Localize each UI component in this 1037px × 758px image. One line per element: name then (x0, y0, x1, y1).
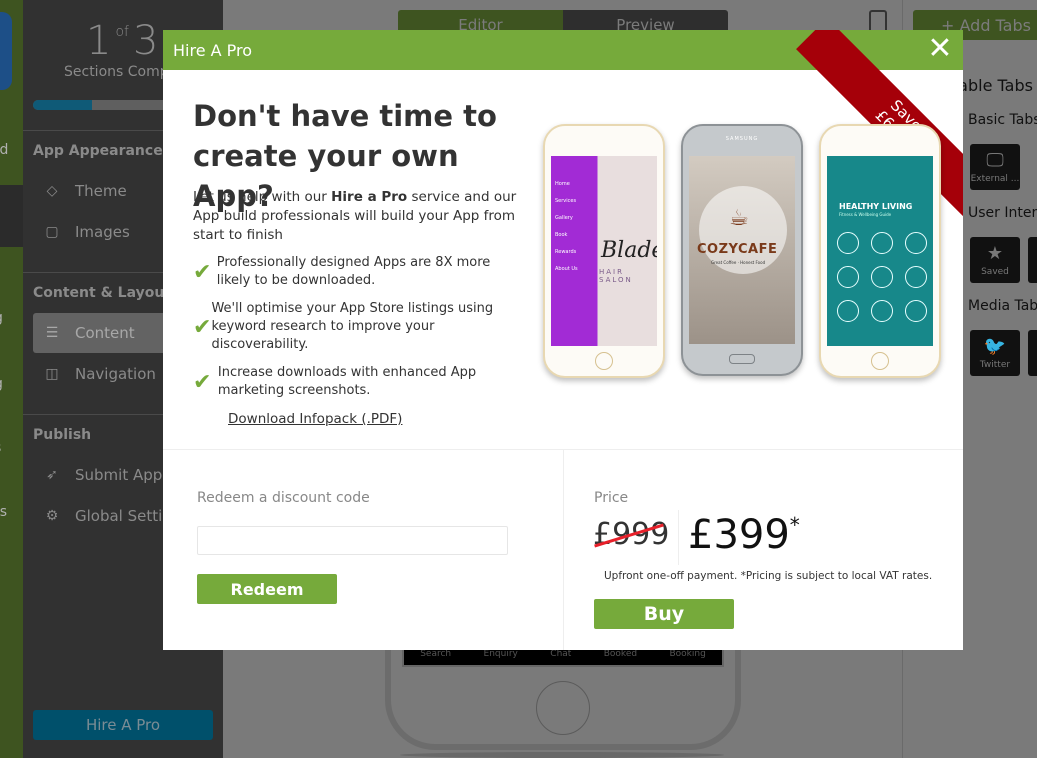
rail-label[interactable]: s (0, 440, 1, 456)
twitter-icon: 🐦 (983, 336, 1007, 357)
feature-item: ✔ Increase downloads with enhanced App m… (193, 365, 477, 398)
discount-label: Redeem a discount code (197, 490, 370, 506)
sidebar-item-label: Submit App (75, 466, 163, 484)
image-icon: ▢ (45, 224, 59, 240)
rail-label[interactable]: rd (0, 142, 8, 158)
preview-tab[interactable]: Chat (550, 649, 571, 659)
checkmark-icon: ✔ (193, 314, 212, 340)
section-title: App Appearance (33, 143, 163, 159)
checkmark-icon: ✔ (193, 259, 212, 285)
feature-item: ✔ Professionally designed Apps are 8X mo… (193, 255, 491, 288)
modal-intro: Let us help with our Hire a Pro service … (193, 189, 517, 243)
salon-menu: Home Services Gallery Book Rewards About… (555, 181, 578, 272)
modal-column-divider (563, 449, 564, 650)
close-icon[interactable]: ✕ (927, 34, 953, 64)
hire-a-pro-modal: Hire A Pro ✕ Save £600! Don't have time … (163, 30, 963, 650)
feature-item: ✔ We'll optimise your App Store listings… (193, 301, 494, 352)
rail-label[interactable]: g (0, 310, 3, 326)
discount-code-input[interactable] (197, 526, 508, 555)
gears-icon: ⚙ (45, 508, 59, 524)
price-divider (678, 510, 679, 565)
progress-count: 1 of 3 (86, 18, 159, 64)
salon-tagline: HAIR SALON (599, 268, 633, 284)
paint-bucket-icon: ◇ (46, 183, 58, 199)
progress-fill (33, 100, 93, 110)
sidebar-item-label: Navigation (75, 365, 156, 383)
fitness-title: HEALTHY LIVING (839, 202, 913, 211)
phone-home-button (536, 681, 590, 735)
download-infopack-link[interactable]: Download Infopack (.PDF) (228, 411, 402, 427)
section-title: Publish (33, 427, 92, 443)
phone-shadow (400, 752, 724, 758)
tab-tile-twitter[interactable]: 🐦 Twitter (970, 330, 1020, 376)
redeem-button[interactable]: Redeem (197, 574, 337, 604)
section-title: Content & Layout (33, 285, 172, 301)
fitness-icon-grid (837, 232, 927, 322)
rail-app-icon[interactable] (0, 12, 12, 90)
salon-logo: Blade (601, 238, 657, 263)
tab-tile-external[interactable]: 🖵 External ... (970, 144, 1020, 190)
preview-tab[interactable]: Booking (669, 649, 705, 659)
price-label: Price (594, 490, 629, 506)
preview-tab[interactable]: Booked (604, 649, 637, 659)
modal-title: Hire A Pro (173, 40, 253, 60)
new-price: £399* (688, 512, 800, 558)
price-note: Upfront one-off payment. *Pricing is sub… (604, 570, 933, 582)
tab-group-title: User Interaction (968, 205, 1037, 221)
rail-label[interactable]: rs (0, 504, 7, 520)
sidebar-item-label: Images (75, 223, 130, 241)
showcase-phone-cafe: SAMSUNG ☕ COZYCAFE Great Coffee · Honest… (681, 124, 803, 376)
tab-tile[interactable] (1028, 330, 1037, 376)
fitness-subtitle: Fitness & Wellbeing Guide (839, 212, 892, 217)
showcase-phone-salon: Home Services Gallery Book Rewards About… (543, 124, 665, 378)
preview-tab[interactable]: Search (420, 649, 451, 659)
rocket-icon: ➶ (46, 467, 58, 483)
navigation-layout-icon: ◫ (45, 366, 59, 382)
monitor-icon: 🖵 (986, 150, 1004, 171)
sidebar-item-label: Theme (75, 182, 127, 200)
tab-tile[interactable] (1028, 237, 1037, 283)
tab-group-title: Basic Tabs (968, 112, 1037, 128)
buy-button[interactable]: Buy (594, 599, 734, 629)
content-list-icon: ☰ (45, 325, 59, 341)
checkmark-icon: ✔ (193, 369, 212, 395)
tab-tile-saved[interactable]: ★ Saved (970, 237, 1020, 283)
sidebar-item-label: Content (75, 324, 135, 342)
hire-a-pro-button[interactable]: Hire A Pro (33, 710, 213, 740)
tab-group-title: Media Tabs (968, 298, 1037, 314)
left-rail: rd g g s rs (0, 0, 23, 758)
cafe-tagline: Great Coffee · Honest Food (711, 260, 766, 265)
showcase-phone-fitness: HEALTHY LIVING Fitness & Wellbeing Guide (819, 124, 941, 378)
coffee-cup-icon: ☕ (729, 206, 749, 231)
star-icon: ★ (986, 243, 1004, 264)
cafe-name: COZYCAFE (697, 242, 778, 257)
app-showcase: Home Services Gallery Book Rewards About… (543, 124, 943, 384)
preview-tab[interactable]: Enquiry (484, 649, 518, 659)
rail-label[interactable]: g (0, 376, 3, 392)
